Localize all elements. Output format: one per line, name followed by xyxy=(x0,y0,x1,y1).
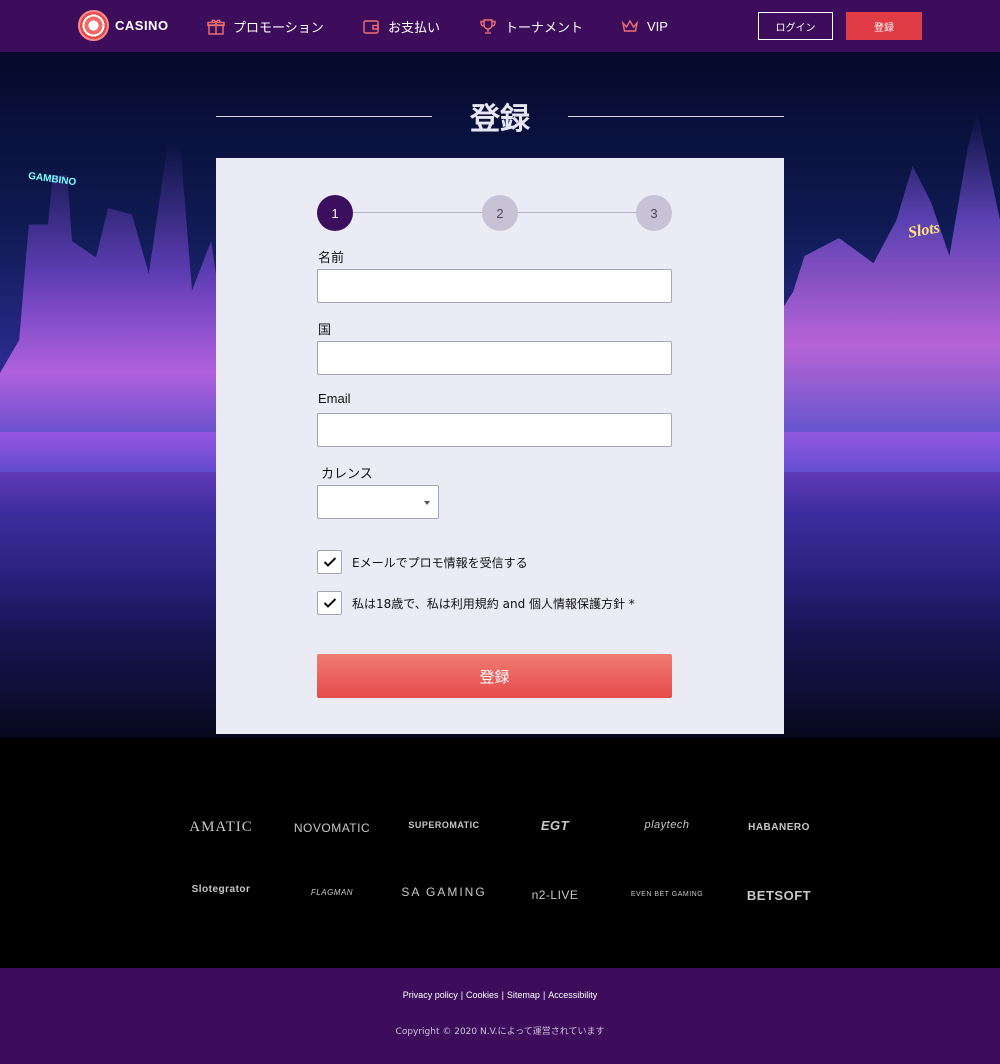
caret-down-icon xyxy=(424,501,430,505)
registration-form: 1 2 3 名前 国 Email カレンス Eメールでプロモ情報を受信する 私は… xyxy=(216,158,784,734)
submit-register-button[interactable]: 登録 xyxy=(317,654,672,698)
city-skyline-left xyxy=(0,142,240,472)
nav-item-promotions[interactable]: プロモーション xyxy=(207,17,324,36)
link-separator: | xyxy=(542,990,546,1000)
crown-icon xyxy=(621,19,639,32)
promo-checkbox-label: Eメールでプロモ情報を受信する xyxy=(352,555,528,570)
provider-logo-playtech: playtech xyxy=(644,819,690,831)
step-connector xyxy=(517,212,637,213)
site-footer: Privacy policy | Cookies | Sitemap | Accessibi… xyxy=(0,968,1000,1064)
email-label: Email xyxy=(318,391,351,406)
nav-label: お支払い xyxy=(388,20,441,35)
login-button[interactable]: ログイン xyxy=(758,12,833,40)
link-separator: | xyxy=(460,990,464,1000)
page-title: 登録 xyxy=(470,102,530,137)
provider-logo-n2live: n2-LIVE xyxy=(531,888,579,902)
checkmark-icon xyxy=(323,557,336,567)
nav-label: トーナメント xyxy=(505,20,584,35)
title-divider-left xyxy=(216,115,432,117)
email-input[interactable] xyxy=(317,413,672,447)
provider-logo-habanero: HABANERO xyxy=(748,821,810,833)
currency-label: カレンス xyxy=(321,467,373,482)
privacy-policy-link[interactable]: Privacy policy xyxy=(403,990,458,1000)
city-skyline-right xyxy=(770,112,1000,472)
provider-logo-flagman: FLAGMAN xyxy=(310,887,354,897)
terms-checkbox-label: 私は18歳で、私は利用規約 and 個人情報保護方針 * xyxy=(352,596,635,611)
provider-logo-betsoft: BETSOFT xyxy=(746,887,812,903)
register-button[interactable]: 登録 xyxy=(846,12,922,40)
provider-logo-novomatic: NOVOMATIC xyxy=(293,821,371,835)
title-divider-right xyxy=(568,115,784,117)
nav-item-vip[interactable]: VIP xyxy=(621,17,668,35)
country-input[interactable] xyxy=(317,341,672,375)
step-connector xyxy=(353,212,483,213)
step-3: 3 xyxy=(636,195,672,231)
name-label: 名前 xyxy=(318,251,345,266)
gift-icon xyxy=(207,19,225,35)
nav-item-tournaments[interactable]: トーナメント xyxy=(479,17,583,36)
step-1: 1 xyxy=(317,195,353,231)
wallet-icon xyxy=(363,19,379,34)
logo-text: CASINO xyxy=(115,18,169,33)
provider-logo-evenbet: EVEN BET GAMING xyxy=(630,890,704,898)
checkmark-icon xyxy=(323,598,336,608)
promo-checkbox-row[interactable]: Eメールでプロモ情報を受信する xyxy=(317,550,528,574)
provider-logos: AMATIC NOVOMATIC SUPEROMATIC EGT playtec… xyxy=(0,738,1000,968)
country-label: 国 xyxy=(318,323,332,338)
name-input[interactable] xyxy=(317,269,672,303)
link-separator: | xyxy=(501,990,504,1000)
step-indicator: 1 2 3 xyxy=(317,195,672,231)
sitemap-link[interactable]: Sitemap xyxy=(507,990,540,1000)
promo-checkbox[interactable] xyxy=(317,550,342,574)
casino-chip-icon xyxy=(78,10,109,41)
provider-logo-egt: EGT xyxy=(540,817,570,833)
footer-links: Privacy policy | Cookies | Sitemap | Accessibi… xyxy=(0,990,1000,1000)
top-header: CASINO プロモーション お支払い トーナメント VIP ログイン 登録 xyxy=(0,0,1000,52)
terms-checkbox[interactable] xyxy=(317,591,342,615)
trophy-icon xyxy=(480,18,496,34)
accessibility-link[interactable]: Accessibility xyxy=(548,990,597,1000)
copyright-text: Copyright © 2020 N.V.によって運営されています xyxy=(395,1027,605,1037)
provider-logo-superomatic: SUPEROMATIC xyxy=(408,820,480,830)
terms-checkbox-row[interactable]: 私は18歳で、私は利用規約 and 個人情報保護方針 * xyxy=(317,591,635,615)
page-title-wrap: 登録 xyxy=(216,96,784,137)
provider-logo-amatic: AMATIC xyxy=(189,818,253,835)
nav-item-payments[interactable]: お支払い xyxy=(362,17,440,36)
provider-logo-slotegrator: Slotegrator xyxy=(191,883,251,895)
nav-label: プロモーション xyxy=(233,20,324,35)
step-2: 2 xyxy=(482,195,518,231)
currency-select[interactable] xyxy=(317,485,439,519)
cookies-link[interactable]: Cookies xyxy=(466,990,499,1000)
nav-label: VIP xyxy=(647,18,668,34)
provider-logo-sa-gaming: SA GAMING xyxy=(401,885,487,899)
casino-logo[interactable]: CASINO xyxy=(78,10,169,41)
